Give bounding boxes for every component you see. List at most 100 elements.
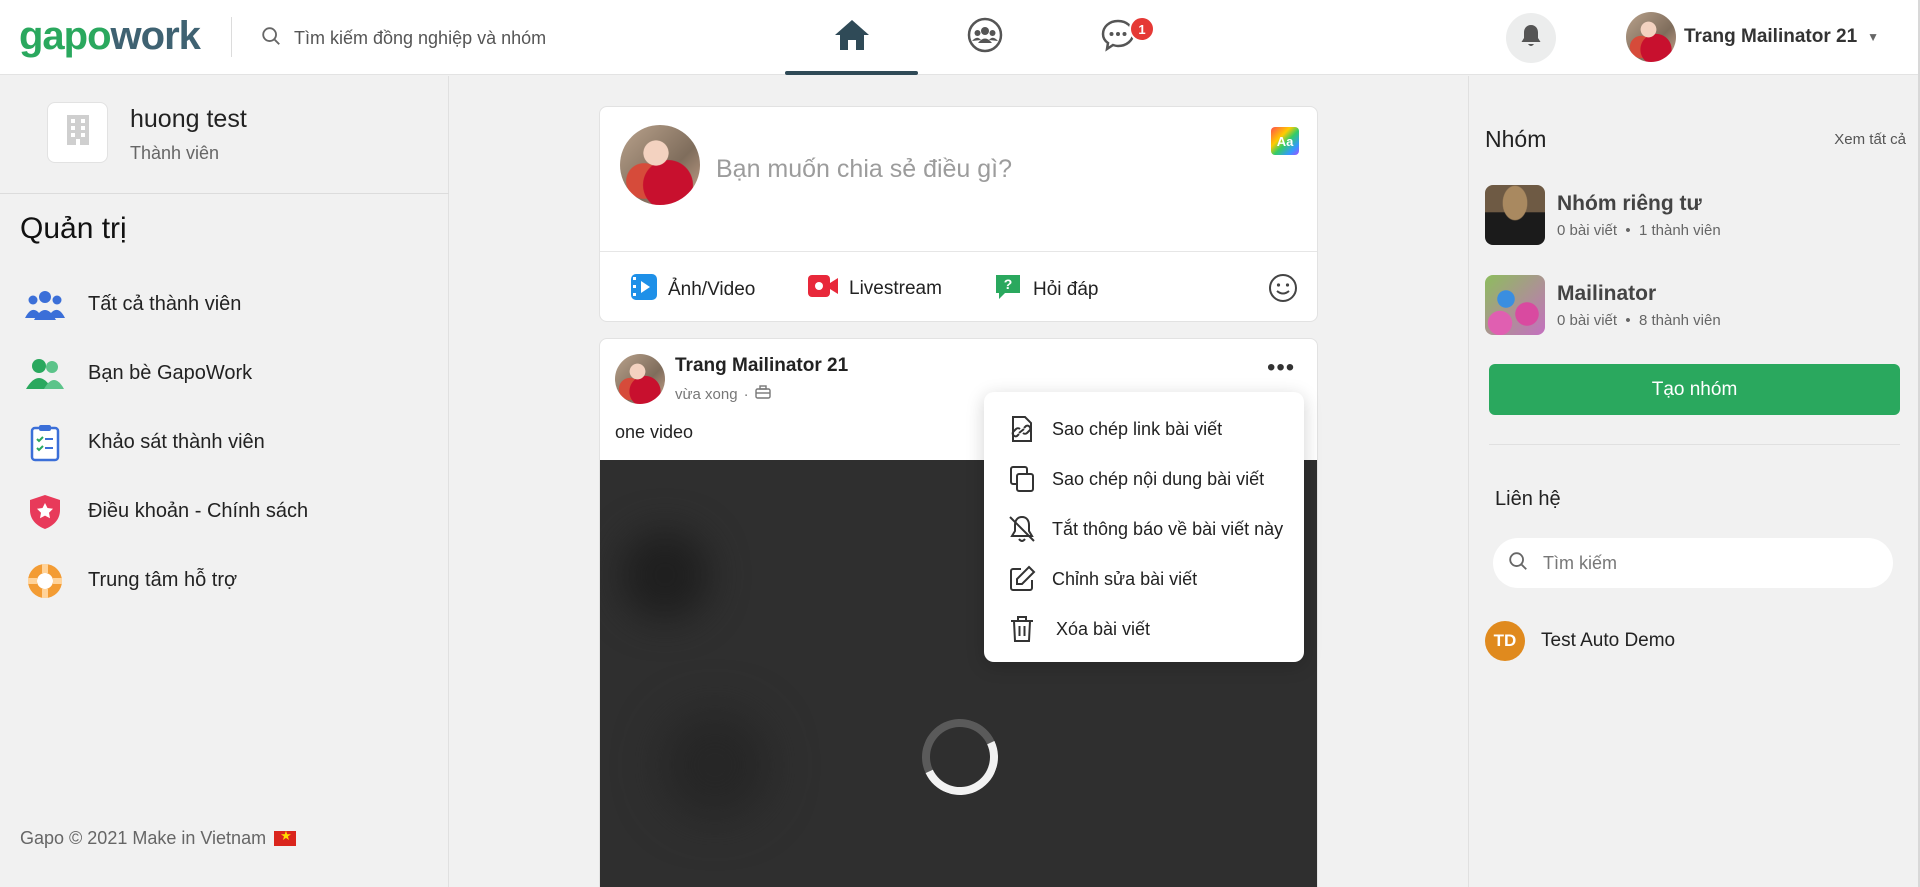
group-thumbnail bbox=[1485, 275, 1545, 335]
divider bbox=[0, 193, 449, 194]
organization-name[interactable]: huong test bbox=[130, 105, 247, 134]
menu-item-all-members[interactable]: Tất cả thành viên bbox=[24, 270, 308, 339]
admin-menu: Tất cả thành viên Bạn bè GapoWork Khảo s… bbox=[24, 270, 308, 615]
post-more-options-button[interactable]: ••• bbox=[1267, 356, 1295, 380]
group-post-count: 0 bài viết bbox=[1557, 221, 1618, 239]
contact-name: Test Auto Demo bbox=[1541, 630, 1676, 651]
divider bbox=[600, 251, 1317, 252]
menu-item-label: Trung tâm hỗ trợ bbox=[88, 569, 238, 591]
search-icon bbox=[260, 25, 282, 52]
friends-icon bbox=[24, 353, 66, 395]
menu-item-member-survey[interactable]: Khảo sát thành viên bbox=[24, 408, 308, 477]
post-time: vừa xong bbox=[675, 385, 738, 403]
post-author-name[interactable]: Trang Mailinator 21 bbox=[675, 355, 848, 377]
loading-spinner-icon bbox=[911, 708, 1009, 806]
create-group-button[interactable]: Tạo nhóm bbox=[1489, 364, 1900, 415]
user-avatar bbox=[1626, 12, 1676, 62]
menu-item-support-center[interactable]: Trung tâm hỗ trợ bbox=[24, 546, 308, 615]
photo-video-label: Ảnh/Video bbox=[668, 279, 756, 300]
qa-button[interactable]: ? Hỏi đáp bbox=[993, 273, 1099, 307]
smile-icon bbox=[1268, 274, 1298, 307]
gapowork-logo[interactable]: gapowork bbox=[19, 14, 201, 59]
tab-home[interactable] bbox=[785, 0, 918, 75]
contact-search-input[interactable]: Tìm kiếm bbox=[1543, 553, 1617, 574]
home-icon bbox=[833, 18, 871, 57]
group-item[interactable]: Mailinator 0 bài viết • 8 thành viên bbox=[1485, 275, 1721, 335]
qa-label: Hỏi đáp bbox=[1033, 279, 1099, 300]
header-divider bbox=[231, 17, 232, 57]
group-name: Nhóm riêng tư bbox=[1557, 191, 1702, 215]
group-post-count: 0 bài viết bbox=[1557, 311, 1618, 329]
bell-off-icon bbox=[1006, 513, 1038, 545]
menu-edit-post[interactable]: Chỉnh sửa bài viết bbox=[984, 554, 1304, 604]
livestream-icon bbox=[807, 273, 839, 305]
vietnam-flag-icon bbox=[274, 828, 297, 846]
user-name: Trang Mailinator 21 bbox=[1684, 26, 1858, 47]
post-options-menu: Sao chép link bài viết Sao chép nội dung… bbox=[984, 392, 1304, 662]
menu-item-label: Điều khoản - Chính sách bbox=[88, 500, 309, 522]
group-item[interactable]: Nhóm riêng tư 0 bài viết • 1 thành viên bbox=[1485, 185, 1721, 245]
chat-unread-badge: 1 bbox=[1129, 16, 1155, 42]
livestream-label: Livestream bbox=[849, 278, 942, 299]
menu-item-gapowork-friends[interactable]: Bạn bè GapoWork bbox=[24, 339, 308, 408]
menu-item-label: Chỉnh sửa bài viết bbox=[1052, 568, 1198, 589]
contact-avatar: TD bbox=[1485, 621, 1525, 661]
composer-avatar bbox=[620, 125, 700, 205]
global-search[interactable]: Tìm kiếm đồng nghiệp và nhóm bbox=[260, 22, 546, 54]
menu-mute-post-notifications[interactable]: Tắt thông báo về bài viết này bbox=[984, 504, 1304, 554]
menu-copy-post-content[interactable]: Sao chép nội dung bài viết bbox=[984, 454, 1304, 504]
video-blurred-frame bbox=[620, 530, 710, 620]
support-lifebuoy-icon bbox=[24, 560, 66, 602]
text-style-button[interactable]: Aa bbox=[1271, 127, 1299, 155]
copy-link-icon bbox=[1006, 413, 1038, 445]
organization-role: Thành viên bbox=[130, 143, 220, 163]
menu-item-terms-policy[interactable]: Điều khoản - Chính sách bbox=[24, 477, 308, 546]
policy-shield-icon bbox=[24, 491, 66, 533]
survey-icon bbox=[24, 422, 66, 464]
menu-item-label: Xóa bài viết bbox=[1056, 618, 1151, 639]
groups-section-title: Nhóm bbox=[1485, 126, 1547, 152]
photo-video-icon bbox=[630, 273, 658, 307]
contact-item[interactable]: TD Test Auto Demo bbox=[1485, 621, 1675, 661]
post-body-text: one video bbox=[615, 422, 694, 442]
menu-item-label: Tắt thông báo về bài viết này bbox=[1052, 518, 1284, 539]
menu-delete-post[interactable]: Xóa bài viết bbox=[984, 604, 1304, 654]
group-name: Mailinator bbox=[1557, 281, 1657, 305]
tab-chat[interactable]: 1 bbox=[1051, 0, 1184, 75]
menu-copy-post-link[interactable]: Sao chép link bài viết bbox=[984, 404, 1304, 454]
divider bbox=[1489, 444, 1900, 445]
notifications-button[interactable] bbox=[1506, 13, 1556, 63]
livestream-button[interactable]: Livestream bbox=[807, 273, 942, 305]
building-icon bbox=[63, 113, 93, 152]
global-search-input[interactable]: Tìm kiếm đồng nghiệp và nhóm bbox=[294, 28, 546, 49]
chevron-down-icon: ▼ bbox=[1867, 30, 1880, 44]
menu-item-label: Khảo sát thành viên bbox=[88, 431, 265, 453]
groups-icon bbox=[966, 16, 1004, 59]
edit-icon bbox=[1006, 563, 1038, 595]
logo-part-gapo: gapo bbox=[19, 14, 112, 58]
left-sidebar: huong test Thành viên Quản trị Tất cả th… bbox=[0, 76, 449, 887]
organization-logo[interactable] bbox=[47, 102, 108, 163]
post-composer: Bạn muốn chia sẻ điều gì? Aa Ảnh/Video L… bbox=[599, 106, 1318, 322]
photo-video-button[interactable]: Ảnh/Video bbox=[630, 273, 755, 307]
search-icon bbox=[1507, 550, 1529, 577]
separator-dot: · bbox=[743, 385, 749, 403]
question-icon: ? bbox=[993, 273, 1023, 307]
group-meta: 0 bài viết • 8 thành viên bbox=[1557, 311, 1721, 329]
copyright-footer: Gapo © 2021 Make in Vietnam bbox=[20, 828, 297, 849]
copy-content-icon bbox=[1006, 463, 1038, 495]
menu-item-label: Bạn bè GapoWork bbox=[88, 362, 253, 384]
group-thumbnail bbox=[1485, 185, 1545, 245]
composer-input[interactable]: Bạn muốn chia sẻ điều gì? bbox=[716, 155, 1012, 184]
tab-groups[interactable] bbox=[918, 0, 1051, 75]
post-author-avatar[interactable] bbox=[615, 354, 665, 404]
copyright-text: Gapo © 2021 Make in Vietnam bbox=[20, 828, 267, 848]
company-privacy-icon bbox=[754, 385, 771, 403]
contacts-section-title: Liên hệ bbox=[1495, 488, 1561, 510]
bell-icon bbox=[1519, 23, 1543, 54]
group-meta: 0 bài viết • 1 thành viên bbox=[1557, 221, 1721, 239]
emoji-button[interactable] bbox=[1268, 273, 1298, 308]
contact-search-field[interactable]: Tìm kiếm bbox=[1493, 538, 1893, 588]
see-all-groups-link[interactable]: Xem tất cả bbox=[1834, 131, 1906, 148]
user-menu[interactable]: Trang Mailinator 21 ▼ bbox=[1626, 12, 1879, 62]
